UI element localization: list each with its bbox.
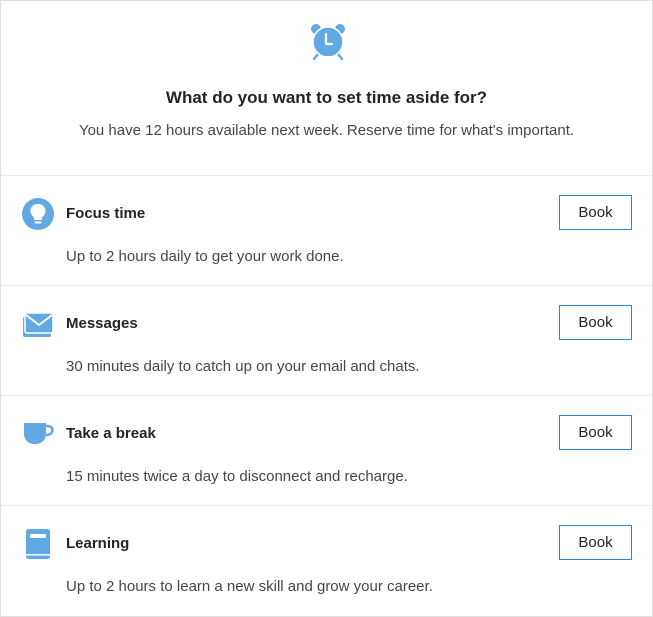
page-title: What do you want to set time aside for? [165,88,488,107]
time-planner-card: What do you want to set time aside for? … [0,0,653,617]
lightbulb-icon [21,197,55,231]
option-title: Focus time [66,205,146,222]
option-title: Take a break [66,425,156,442]
option-focus-time: Focus time Up to 2 hours daily to get yo… [1,176,652,286]
book-messages-button[interactable]: Book [559,305,632,340]
option-description: Up to 2 hours to learn a new skill and g… [66,578,433,595]
envelope-icon [21,307,55,341]
book-learning-button[interactable]: Book [559,525,632,560]
cup-icon [21,417,55,451]
option-title: Messages [66,315,138,332]
book-break-button[interactable]: Book [559,415,632,450]
option-description: Up to 2 hours daily to get your work don… [66,248,344,265]
option-title: Learning [66,535,130,552]
option-take-a-break: Take a break 15 minutes twice a day to d… [1,396,652,506]
book-icon [21,527,55,561]
alarm-clock-icon [308,21,348,61]
option-description: 30 minutes daily to catch up on your ema… [66,358,420,375]
book-focus-time-button[interactable]: Book [559,195,632,230]
option-description: 15 minutes twice a day to disconnect and… [66,468,408,485]
option-messages: Messages 30 minutes daily to catch up on… [1,286,652,396]
option-learning: Learning Up to 2 hours to learn a new sk… [1,506,652,615]
planner-header: What do you want to set time aside for? … [1,1,652,176]
page-subtitle: You have 12 hours available next week. R… [78,122,575,139]
